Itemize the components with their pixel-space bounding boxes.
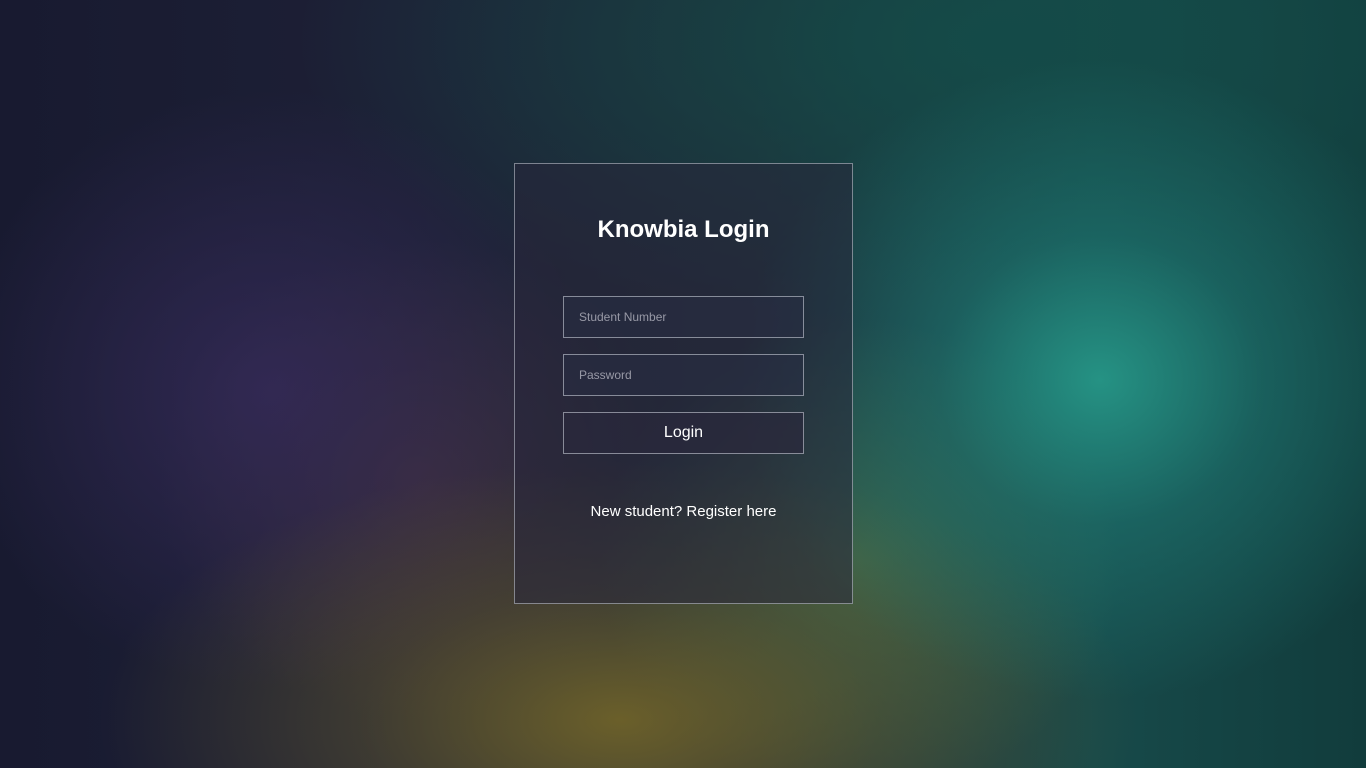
password-input[interactable] bbox=[563, 354, 804, 396]
login-card: Knowbia Login Login New student? Registe… bbox=[514, 163, 853, 604]
student-number-input[interactable] bbox=[563, 296, 804, 338]
login-title: Knowbia Login bbox=[597, 216, 770, 243]
register-link[interactable]: New student? Register here bbox=[515, 503, 852, 521]
login-button[interactable]: Login bbox=[563, 412, 804, 454]
